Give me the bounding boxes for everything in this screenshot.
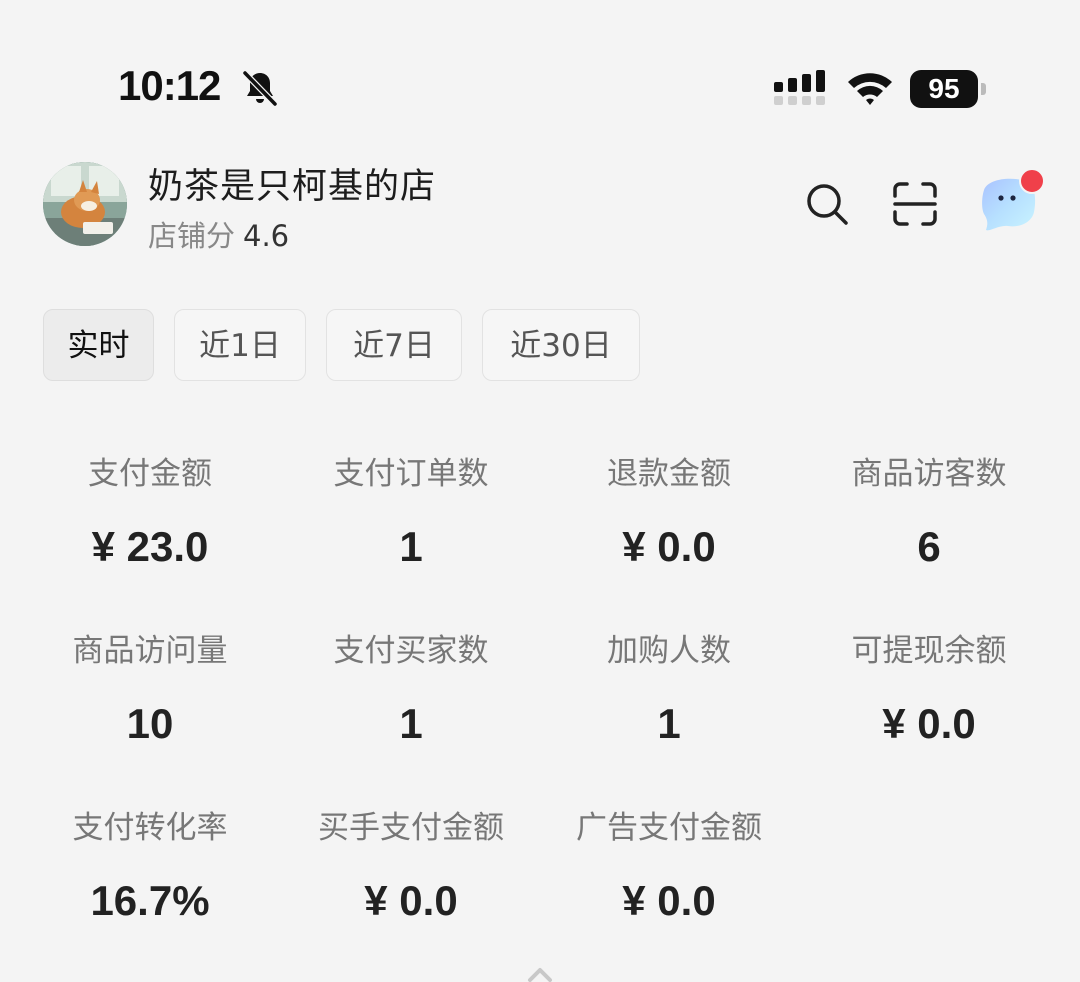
notification-badge bbox=[1019, 168, 1045, 194]
metric-ad-payment[interactable]: 广告支付金额 ¥ 0.0 bbox=[534, 802, 804, 925]
metric-value: 1 bbox=[399, 523, 423, 570]
shop-avatar[interactable] bbox=[43, 162, 127, 246]
metric-label: 支付订单数 bbox=[333, 456, 489, 492]
chevron-up-icon[interactable] bbox=[526, 966, 554, 982]
wifi-icon bbox=[848, 73, 892, 105]
metric-value: 16.7% bbox=[90, 877, 210, 924]
metric-value: 1 bbox=[399, 700, 423, 747]
metric-label: 加购人数 bbox=[607, 633, 731, 669]
metric-value: ¥ 0.0 bbox=[622, 523, 716, 570]
metric-product-visitors[interactable]: 商品访客数 6 bbox=[794, 448, 1064, 571]
bell-slash-icon bbox=[242, 70, 278, 107]
metric-label: 支付转化率 bbox=[72, 810, 228, 846]
metric-buyer-agent-payment[interactable]: 买手支付金额 ¥ 0.0 bbox=[276, 802, 546, 925]
tab-7-days[interactable]: 近7日 bbox=[326, 309, 462, 381]
metric-label: 退款金额 bbox=[607, 456, 731, 492]
shop-score-value: 4.6 bbox=[243, 219, 290, 253]
metric-value: ¥ 23.0 bbox=[91, 523, 209, 570]
metric-label: 商品访客数 bbox=[851, 456, 1007, 492]
metric-label: 支付金额 bbox=[88, 456, 212, 492]
tab-1-day[interactable]: 近1日 bbox=[174, 309, 306, 381]
cellular-signal-icon bbox=[774, 70, 825, 105]
metric-value: ¥ 0.0 bbox=[622, 877, 716, 924]
metric-label: 支付买家数 bbox=[333, 633, 489, 669]
metric-label: 可提现余额 bbox=[851, 633, 1007, 669]
corgi-avatar-image bbox=[43, 162, 127, 246]
metric-withdrawable-balance[interactable]: 可提现余额 ¥ 0.0 bbox=[794, 625, 1064, 748]
metric-value: ¥ 0.0 bbox=[882, 700, 976, 747]
tab-30-days[interactable]: 近30日 bbox=[482, 309, 640, 381]
metric-value: 10 bbox=[126, 700, 174, 747]
metric-label: 商品访问量 bbox=[72, 633, 228, 669]
metric-label: 广告支付金额 bbox=[576, 810, 762, 846]
metric-refund-amount[interactable]: 退款金额 ¥ 0.0 bbox=[534, 448, 804, 571]
shop-score[interactable]: 店铺分 4.6 bbox=[148, 213, 289, 255]
metric-paid-orders[interactable]: 支付订单数 1 bbox=[276, 448, 546, 571]
metric-value: ¥ 0.0 bbox=[364, 877, 458, 924]
shop-name[interactable]: 奶茶是只柯基的店 bbox=[148, 158, 436, 209]
tab-realtime[interactable]: 实时 bbox=[43, 309, 154, 381]
metric-value: 1 bbox=[657, 700, 681, 747]
metric-payment-amount[interactable]: 支付金额 ¥ 23.0 bbox=[15, 448, 285, 571]
metric-value: 6 bbox=[917, 523, 941, 570]
battery-level: 95 bbox=[910, 70, 978, 108]
status-time: 10:12 bbox=[118, 62, 221, 109]
metric-paying-buyers[interactable]: 支付买家数 1 bbox=[276, 625, 546, 748]
metric-add-to-cart-users[interactable]: 加购人数 1 bbox=[534, 625, 804, 748]
battery-tip bbox=[981, 83, 986, 95]
metric-label: 买手支付金额 bbox=[318, 810, 504, 846]
battery-indicator: 95 bbox=[910, 70, 988, 108]
scan-icon[interactable] bbox=[891, 180, 939, 228]
search-icon[interactable] bbox=[803, 180, 851, 228]
shop-score-label: 店铺分 bbox=[148, 219, 236, 253]
metric-product-views[interactable]: 商品访问量 10 bbox=[15, 625, 285, 748]
metric-conversion-rate[interactable]: 支付转化率 16.7% bbox=[15, 802, 285, 925]
